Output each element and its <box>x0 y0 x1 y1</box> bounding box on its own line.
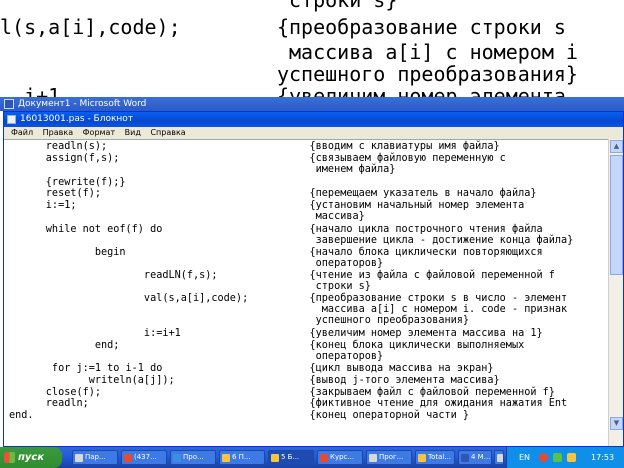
code-line: строки s} <box>9 281 371 292</box>
code-line: end. {конец операторной части } <box>9 410 470 421</box>
code-line: операторов} <box>9 258 384 269</box>
app-icon <box>320 454 328 462</box>
taskbar-button[interactable]: Total... <box>415 450 455 465</box>
notepad-title-bar[interactable]: 16013001.pas - Блокнот <box>4 112 623 127</box>
app-icon <box>173 454 181 462</box>
code-line: end; {конец блока циклически выполняемых <box>9 340 525 351</box>
taskbar-button[interactable]: 4 M... <box>458 450 492 465</box>
word-app-icon <box>4 99 14 109</box>
menu-help[interactable]: Справка <box>150 127 185 139</box>
scroll-up-icon[interactable]: ▲ <box>610 140 623 153</box>
language-indicator[interactable]: EN <box>519 447 530 468</box>
code-line: операторов} <box>9 351 384 362</box>
tray-icon[interactable] <box>567 453 576 462</box>
taskbar-button[interactable]: Пар... <box>72 450 118 465</box>
code-line: val(s,a[i],code); {преобразование строки… <box>9 293 568 304</box>
code-line: массива a[i] с номером i. code - признак <box>9 304 568 315</box>
app-icon <box>75 454 83 462</box>
app-icon <box>369 454 377 462</box>
code-line: успешного преобразования} <box>9 315 470 326</box>
text-editor-area[interactable]: readln(s); {вводим с клавиатуры имя файл… <box>4 139 608 446</box>
taskbar: пуск Пар... (437... Про... 6 П... 5 Б...… <box>0 447 624 468</box>
menu-format[interactable]: Формат <box>83 127 115 139</box>
app-icon <box>497 454 503 462</box>
code-line: writeln(a[j]); {вывод j-того элемента ма… <box>9 375 500 386</box>
taskbar-button[interactable]: Про... <box>170 450 216 465</box>
taskbar-button[interactable]: Курс... <box>317 450 363 465</box>
doc-line: строки s} <box>0 0 398 12</box>
taskbar-button[interactable]: Прог... <box>366 450 412 465</box>
start-button[interactable]: пуск <box>0 447 62 468</box>
notepad-window-title: 16013001.pas - Блокнот <box>20 114 134 124</box>
folder-icon <box>271 454 279 462</box>
code-line: i:=1; {установим начальный номер элемент… <box>9 200 525 211</box>
code-line: массива} <box>9 211 365 222</box>
taskbar-button[interactable]: 5 Б... <box>268 450 314 465</box>
code-line: readLN(f,s); {чтение из файла с файловой… <box>9 270 555 281</box>
scroll-down-icon[interactable]: ▼ <box>610 417 623 430</box>
taskbar-button[interactable] <box>494 450 504 465</box>
app-icon <box>418 454 426 462</box>
notepad-icon <box>7 115 16 124</box>
code-line: close(f); {закрываем файл с файловой пер… <box>9 387 555 398</box>
doc-line: массива a[i] с номером i <box>0 40 578 64</box>
app-icon <box>124 454 132 462</box>
code-line: readln(s); {вводим с клавиатуры имя файл… <box>9 141 500 152</box>
code-line: {rewrite(f);} <box>9 177 126 188</box>
menu-view[interactable]: Вид <box>125 127 141 139</box>
menu-bar: Файл Правка Формат Вид Справка <box>4 127 623 139</box>
start-label: пуск <box>18 452 45 463</box>
code-line: именем файла} <box>9 164 396 175</box>
taskbar-button[interactable]: (437... <box>121 450 167 465</box>
doc-line: успешного преобразования} <box>0 62 578 86</box>
code-line: while not eof(f) do {начало цикла постро… <box>9 224 543 235</box>
doc-line: l(s,a[i],code); {преобразование строки s <box>0 15 566 39</box>
vertical-scrollbar[interactable]: ▲ ▼ <box>608 139 623 446</box>
folder-icon <box>222 454 230 462</box>
notepad-window: 16013001.pas - Блокнот Файл Правка Форма… <box>3 111 624 447</box>
code-line: i:=i+1 {увеличим номер элемента массива … <box>9 328 543 339</box>
code-line: reset(f); {перемещаем указатель в начало… <box>9 188 537 199</box>
word-app-icon <box>461 454 469 462</box>
tray-icon[interactable] <box>553 453 562 462</box>
taskbar-button[interactable]: 6 П... <box>219 450 265 465</box>
code-line: begin {начало блока циклически повторяющ… <box>9 247 543 258</box>
system-tray: EN 17:53 <box>506 447 624 468</box>
menu-file[interactable]: Файл <box>11 127 33 139</box>
code-line: завершение цикла - достижение конца файл… <box>9 235 574 246</box>
code-line: assign(f,s); {связываем файловую перемен… <box>9 153 506 164</box>
word-document-background: строки s} l(s,a[i],code); {преобразовани… <box>0 0 624 100</box>
word-window-title: Документ1 - Microsoft Word <box>18 99 147 109</box>
tray-icon[interactable] <box>539 453 548 462</box>
code-line: readln; {фиктивное чтение для ожидания н… <box>9 398 568 409</box>
windows-logo-icon <box>4 452 15 463</box>
scroll-thumb[interactable] <box>610 155 623 275</box>
word-title-bar[interactable]: Документ1 - Microsoft Word <box>0 97 624 111</box>
code-line: for j:=1 to i-1 do {цикл вывода массива … <box>9 363 494 374</box>
clock[interactable]: 17:53 <box>591 447 614 468</box>
menu-edit[interactable]: Правка <box>43 127 73 139</box>
